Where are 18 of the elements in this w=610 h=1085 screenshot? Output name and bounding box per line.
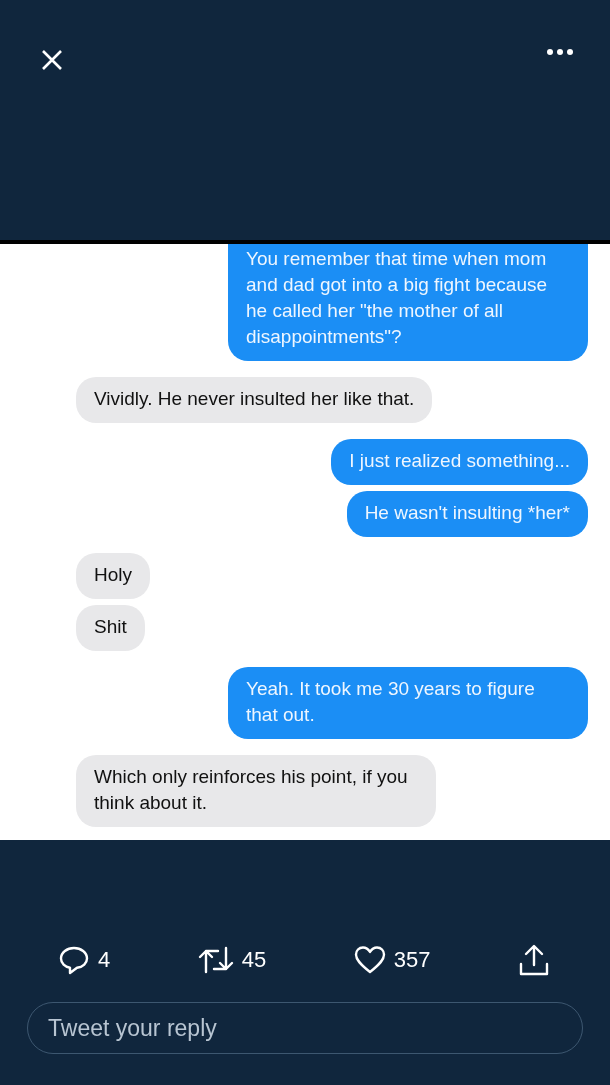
message-bubble: I just realized something... (331, 439, 588, 485)
close-icon[interactable] (40, 48, 64, 72)
reply-count: 4 (98, 947, 111, 973)
message-bubble: Which only reinforces his point, if you think about it. (76, 755, 436, 827)
message-bubble: Vividly. He never insulted her like that. (76, 377, 433, 423)
message-bubble: Holy (76, 553, 150, 599)
message-bubble: Shit (76, 605, 145, 651)
message-bubble: You remember that time when mom and dad got into a big fight because he called her "the mother of all disappointments"? (228, 244, 588, 361)
retweet-count: 45 (241, 947, 267, 973)
more-icon[interactable] (546, 48, 574, 56)
retweet-icon[interactable] (197, 946, 234, 974)
like-count: 357 (393, 947, 431, 973)
reply-icon[interactable] (58, 945, 90, 975)
reply-field[interactable]: Tweet your reply (27, 1002, 583, 1054)
message-bubble: He wasn't insulting *her* (346, 491, 588, 537)
message-bubble: Yeah. It took me 30 years to figure that out. (228, 667, 588, 739)
heart-icon[interactable] (353, 945, 386, 975)
share-icon[interactable] (518, 944, 550, 976)
